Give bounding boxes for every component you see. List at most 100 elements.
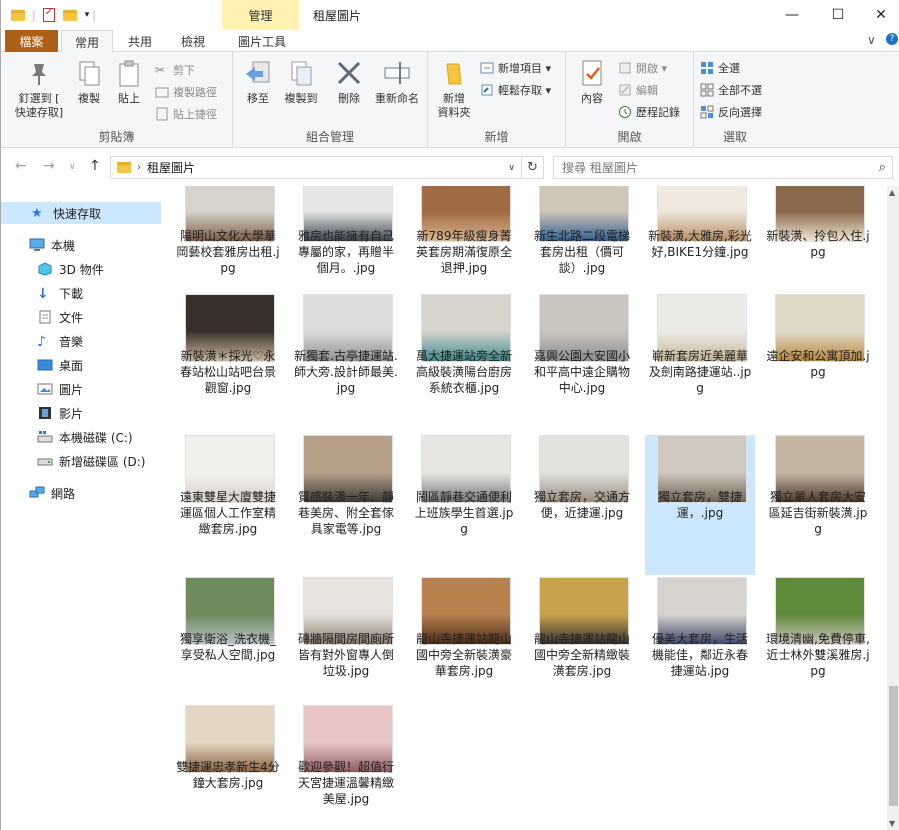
invert-selection-button[interactable]: 反向選擇 (700, 102, 762, 122)
forward-arrow-icon[interactable]: → (43, 158, 55, 174)
file-item[interactable]: 環境清幽,免費停車,近士林外雙溪雅房.jpg (763, 577, 873, 717)
breadcrumb-current-folder[interactable]: 租屋圖片 (147, 159, 195, 176)
file-item[interactable]: 龍山寺捷運站龍山國中旁全新精緻裝潢套房.jpg (527, 577, 637, 717)
file-item[interactable]: 嘉興公園大安國小和平高中遠企購物中心.jpg (527, 294, 637, 434)
file-item[interactable]: 新獨套.古亭捷運站.師大旁.設計師最美.jpg (291, 294, 401, 434)
file-item[interactable]: 龍山寺捷運站龍山國中旁全新裝潢豪華套房.jpg (409, 577, 519, 717)
customize-qa-arrow-icon[interactable]: ▾ (85, 10, 90, 20)
copy-path-button[interactable]: 複製路徑 (155, 82, 217, 102)
close-button[interactable]: ✕ (858, 0, 899, 30)
file-name: 嘉興公園大安國小和平高中遠企購物中心.jpg (533, 349, 630, 395)
vertical-scrollbar[interactable]: ▲ ▼ (887, 186, 899, 830)
search-box[interactable]: 搜尋 租屋圖片 ⌕ (553, 156, 893, 179)
paste-shortcut-button[interactable]: 貼上捷徑 (155, 104, 217, 124)
nav-network[interactable]: 網路 (1, 482, 161, 504)
address-bar[interactable]: › 租屋圖片 ∨ (110, 156, 522, 179)
easy-access-label: 輕鬆存取 ▾ (498, 84, 552, 97)
maximize-button[interactable]: ☐ (815, 0, 861, 30)
nav-documents[interactable]: 文件 (1, 306, 161, 328)
move-to-label: 移至 (247, 92, 269, 105)
nav-pictures[interactable]: 圖片 (1, 378, 161, 400)
address-dropdown-chevron-icon[interactable]: ∨ (508, 163, 515, 173)
file-name: 龍山寺捷運站龍山國中旁全新裝潢豪華套房.jpg (415, 632, 512, 678)
network-icon (29, 486, 45, 500)
new-folder-button[interactable]: 新增 資料夾 (434, 58, 474, 120)
nav-drive-d[interactable]: 新增磁碟區 (D:) (1, 450, 161, 472)
select-none-button[interactable]: 全部不選 (700, 80, 762, 100)
pin-icon (24, 58, 54, 88)
nav-desktop[interactable]: 桌面 (1, 354, 161, 376)
recent-locations-chevron-icon[interactable]: ∨ (69, 162, 76, 172)
nav-quick-access[interactable]: ★ 快速存取 (1, 202, 161, 224)
file-item[interactable]: 新裝潢＊採光♡永春站松山站吧台景觀窗.jpg (173, 294, 283, 434)
nav-this-pc-label: 本機 (51, 238, 76, 253)
tab-home[interactable]: 常用 (61, 30, 113, 53)
copy-to-button[interactable]: 複製到 (279, 58, 323, 106)
scrollbar-thumb[interactable] (889, 686, 898, 806)
properties-check-icon[interactable] (42, 7, 55, 22)
nav-3d-objects[interactable]: 3D 物件 (1, 258, 161, 280)
file-item[interactable]: 遠企安和公寓頂加.jpg (763, 294, 873, 434)
select-all-button[interactable]: 全選 (700, 58, 740, 78)
file-item[interactable]: 鬧區靜巷交通便利上班族學生首選.jpg (409, 435, 519, 575)
tab-picture-tools[interactable]: 圖片工具 (225, 30, 299, 52)
nav-drive-c[interactable]: 本機磁碟 (C:) (1, 426, 161, 448)
nav-music-label: 音樂 (59, 334, 84, 349)
easy-access-button[interactable]: 輕鬆存取 ▾ (480, 80, 551, 100)
tab-view[interactable]: 檢視 (167, 30, 219, 52)
copy-button[interactable]: 複製 (71, 58, 107, 106)
file-item[interactable]: 質感裝潢一年、靜巷美房、附全套傢具家電等.jpg (291, 435, 401, 575)
pin-quick-access-button[interactable]: 釘選到 [ 快速存取] (9, 58, 69, 120)
file-item[interactable]: 獨立套房，雙捷運，.jpg (645, 435, 755, 575)
new-item-button[interactable]: 新增項目 ▾ (480, 58, 551, 78)
file-item[interactable]: 雙捷運忠孝新生4分鐘大套房.jpg (173, 705, 283, 830)
tab-file[interactable]: 檔案 (5, 30, 58, 52)
up-arrow-icon[interactable]: ↑ (89, 158, 101, 174)
folder-icon[interactable] (11, 9, 25, 21)
refresh-icon[interactable]: ↻ (522, 156, 544, 179)
file-item[interactable]: 嶄新套房近美麗華及劍南路捷運站..jpg (645, 294, 755, 434)
edit-button[interactable]: 編輯 (618, 80, 658, 100)
properties-button[interactable]: 內容 (572, 58, 612, 106)
file-item[interactable]: 萬大捷運站旁全新高級裝潢陽台廚房系統衣櫃.jpg (409, 294, 519, 434)
history-button[interactable]: 歷程記錄 (618, 102, 680, 122)
file-name: 磚牆隔間房間廁所皆有對外窗專人倒垃圾.jpg (297, 632, 394, 678)
back-arrow-icon[interactable]: ← (15, 158, 27, 174)
file-name: 歡迎參觀！超值行天宮捷運溫馨精緻美屋.jpg (297, 760, 394, 806)
delete-button[interactable]: 刪除 (331, 58, 367, 106)
file-item[interactable]: 磚牆隔間房間廁所皆有對外窗專人倒垃圾.jpg (291, 577, 401, 717)
nav-videos[interactable]: 影片 (1, 402, 161, 424)
new-group-label: 新增 (484, 130, 509, 144)
scroll-down-arrow-icon[interactable]: ▼ (889, 819, 895, 828)
nav-music[interactable]: ♪ 音樂 (1, 330, 161, 352)
move-to-button[interactable]: 移至 (239, 58, 277, 106)
star-icon: ★ (31, 206, 43, 221)
pictures-icon (37, 382, 53, 396)
collapse-ribbon-icon[interactable]: ∨ (867, 33, 876, 47)
rename-button[interactable]: 重新命名 (371, 58, 423, 106)
nav-desktop-label: 桌面 (59, 358, 84, 373)
scroll-up-arrow-icon[interactable]: ▲ (889, 188, 895, 197)
file-item[interactable]: 遠東雙星大廈雙捷運區個人工作室精緻套房.jpg (173, 435, 283, 575)
file-item[interactable]: 優美大套房，生活機能佳，鄰近永春捷運站.jpg (645, 577, 755, 717)
file-item[interactable]: 獨立單人套房大安區延吉街新裝潢.jpg (763, 435, 873, 575)
cut-button[interactable]: ✂ 剪下 (155, 60, 195, 80)
new-folder-icon[interactable] (62, 9, 77, 21)
paste-button[interactable]: 貼上 (111, 58, 147, 106)
open-button[interactable]: 開啟 ▾ (618, 58, 667, 78)
file-name: 龍山寺捷運站龍山國中旁全新精緻裝潢套房.jpg (533, 632, 630, 678)
search-icon[interactable]: ⌕ (879, 160, 886, 175)
file-item[interactable]: 獨立套房，交通方便，近捷運.jpg (527, 435, 637, 575)
ribbon-tabs: 檔案 常用 共用 檢視 圖片工具 ∨ ? (1, 30, 899, 53)
nav-this-pc[interactable]: 本機 (1, 234, 161, 256)
file-item[interactable]: 獨享衛浴_洗衣機_享受私人空間.jpg (173, 577, 283, 717)
tab-share[interactable]: 共用 (115, 30, 165, 52)
search-placeholder: 搜尋 租屋圖片 (562, 161, 638, 175)
nav-downloads[interactable]: ↓ 下載 (1, 282, 161, 304)
select-none-icon (700, 83, 714, 97)
nav-quick-access-label: 快速存取 (53, 206, 102, 221)
breadcrumb-separator-icon[interactable]: › (137, 162, 141, 173)
help-icon[interactable]: ? (886, 33, 898, 45)
file-item[interactable]: 歡迎參觀！超值行天宮捷運溫馨精緻美屋.jpg (291, 705, 401, 830)
minimize-button[interactable]: — (769, 0, 815, 30)
